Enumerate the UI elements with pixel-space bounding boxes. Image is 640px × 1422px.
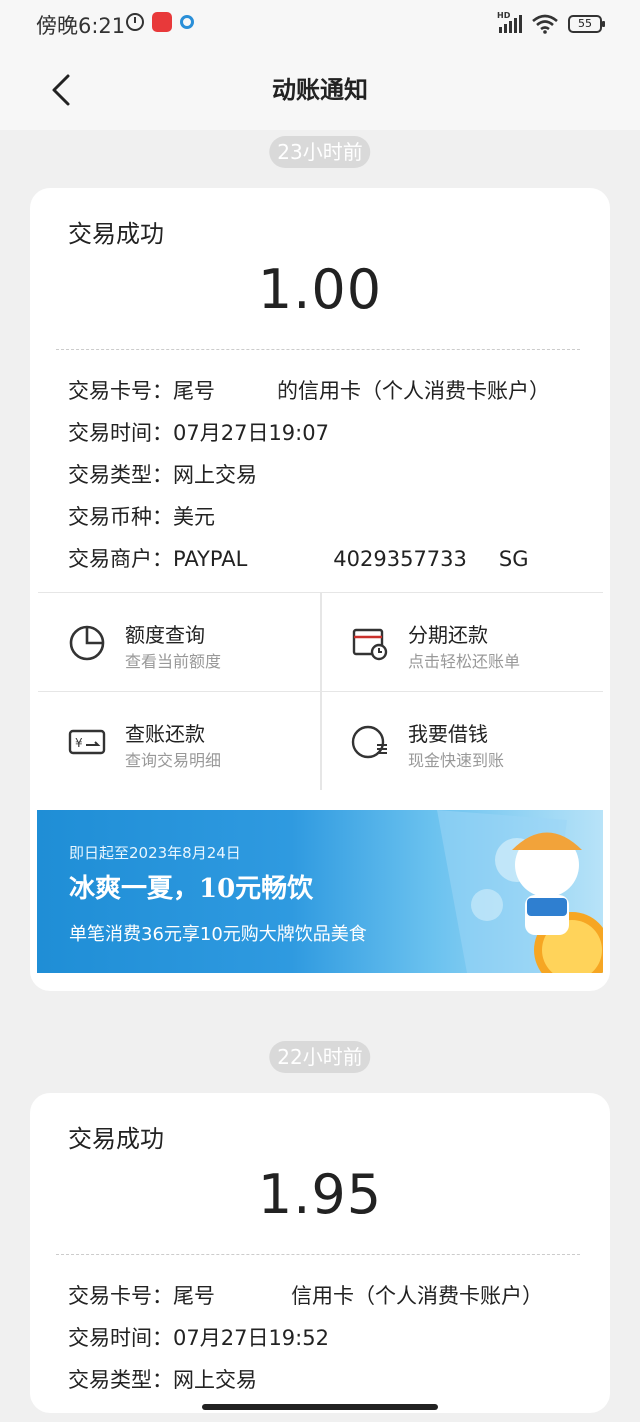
promo-description: 单笔消费36元享10元购大牌饮品美食 <box>69 924 367 945</box>
transaction-amount: 1.95 <box>257 1163 383 1226</box>
time-ago-badge: 22小时前 <box>269 1041 371 1073</box>
pie-chart-icon <box>69 625 105 661</box>
divider <box>320 592 322 790</box>
status-system-icons: HD 55 <box>497 11 605 34</box>
notification-card[interactable]: 交易成功 1.00 交易卡号：尾号0000的信用卡（个人消费卡账户） 交易时间：… <box>30 188 610 991</box>
signal-icon: HD <box>497 11 522 33</box>
nav-header: 动账通知 <box>0 50 640 130</box>
detail-type: 交易类型：网上交易 <box>68 1368 257 1392</box>
svg-text:¥: ¥ <box>75 736 83 750</box>
bill-card-icon: ¥ <box>68 729 106 755</box>
transaction-status: 交易成功 <box>68 1125 164 1153</box>
home-indicator[interactable] <box>202 1404 438 1410</box>
status-bar: 傍晚6:21 HD 55 <box>0 0 640 50</box>
transaction-amount: 1.00 <box>257 258 383 321</box>
detail-time: 交易时间：07月27日19:07 <box>68 421 329 445</box>
action-bill-repay[interactable]: ¥ 查账还款 查询交易明细 <box>38 691 320 790</box>
app-notification-icon <box>152 12 172 32</box>
status-time: 傍晚6:21 <box>36 14 126 38</box>
detail-card-number: 交易卡号：尾号0000信用卡（个人消费卡账户） <box>68 1284 543 1308</box>
promo-headline: 冰爽一夏，10元畅饮 <box>69 874 314 904</box>
promo-banner[interactable]: 即日起至2023年8月24日 冰爽一夏，10元畅饮 单笔消费36元享10元购大牌… <box>37 810 603 973</box>
promo-date: 即日起至2023年8月24日 <box>69 844 241 862</box>
divider <box>56 1254 580 1255</box>
action-installment[interactable]: 分期还款 点击轻松还账单 <box>321 592 603 691</box>
time-ago-badge: 23小时前 <box>269 136 371 168</box>
hd-label: HD <box>497 11 511 20</box>
alarm-icon <box>126 13 144 31</box>
drink-illustration-icon <box>437 810 603 973</box>
battery-icon: 55 <box>568 15 605 33</box>
status-notification-icons <box>126 12 194 32</box>
wifi-icon <box>532 14 558 34</box>
detail-time: 交易时间：07月27日19:52 <box>68 1326 329 1350</box>
notification-card[interactable]: 交易成功 1.95 交易卡号：尾号0000信用卡（个人消费卡账户） 交易时间：0… <box>30 1093 610 1413</box>
action-credit-limit[interactable]: 额度查询 查看当前额度 <box>38 592 320 691</box>
action-borrow[interactable]: 我要借钱 现金快速到账 <box>321 691 603 790</box>
borrow-icon <box>351 725 387 759</box>
detail-card-number: 交易卡号：尾号0000的信用卡（个人消费卡账户） <box>68 379 550 403</box>
quick-actions: 额度查询 查看当前额度 分期还款 点击轻松还账单 ¥ 查账还款 查询交易明细 我… <box>38 592 603 790</box>
detail-type: 交易类型：网上交易 <box>68 463 257 487</box>
divider <box>56 349 580 350</box>
installment-icon <box>352 628 388 661</box>
mobile-network-icon <box>180 15 194 29</box>
detail-merchant: 交易商户：PAYPAL 4029357733 SG <box>68 547 529 571</box>
transaction-status: 交易成功 <box>68 220 164 248</box>
detail-currency: 交易币种：美元 <box>68 505 215 529</box>
page-title: 动账通知 <box>272 76 368 104</box>
